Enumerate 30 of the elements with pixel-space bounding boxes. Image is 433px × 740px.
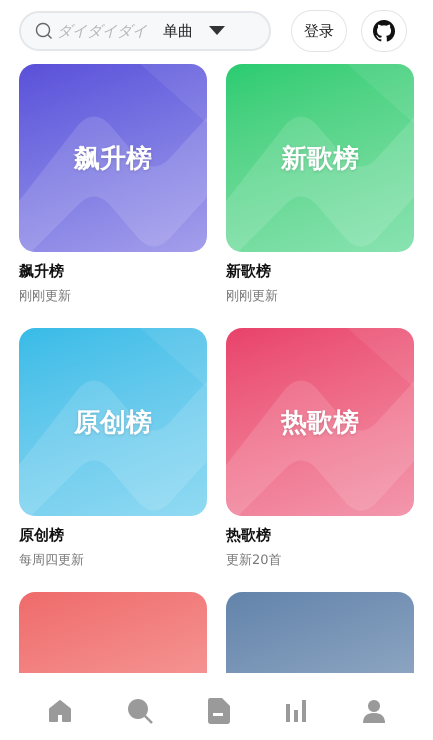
caret-icon[interactable]	[209, 26, 225, 36]
nav-tab[interactable]	[206, 696, 230, 724]
nav-tab[interactable]	[360, 698, 386, 724]
chart-title[interactable]: 原创榜	[19, 526, 64, 545]
home-icon	[46, 698, 72, 724]
cover-title: 原创榜	[74, 406, 152, 440]
nav-tab[interactable]	[284, 698, 308, 724]
person-icon	[360, 698, 386, 724]
search-icon	[35, 22, 53, 40]
document-icon	[206, 696, 230, 724]
update-note: 每周四更新	[19, 552, 84, 569]
github-button[interactable]	[361, 10, 407, 52]
update-note: 刚刚更新	[19, 288, 71, 305]
cover-title: 新歌榜	[281, 142, 359, 176]
search-input[interactable]: ダイダイダイ	[57, 22, 149, 40]
nav-tab[interactable]	[126, 696, 154, 724]
bar-chart-icon	[284, 698, 308, 724]
cover-title: 飙升榜	[74, 142, 152, 176]
chart-title[interactable]: 新歌榜	[226, 262, 271, 281]
cat-logo-icon	[373, 20, 395, 42]
update-note: 刚刚更新	[226, 288, 278, 305]
nav-tab[interactable]	[46, 698, 72, 724]
search-bar[interactable]: ダイダイダイ 单曲	[19, 11, 271, 51]
update-note: 更新20首	[226, 552, 282, 569]
chart-title[interactable]: 热歌榜	[226, 526, 271, 545]
search-type-label[interactable]: 单曲	[163, 22, 193, 40]
search-icon	[126, 696, 154, 724]
cover-title: 热歌榜	[281, 406, 359, 440]
login-button[interactable]: 登录	[291, 10, 347, 52]
chart-title[interactable]: 飙升榜	[19, 262, 64, 281]
